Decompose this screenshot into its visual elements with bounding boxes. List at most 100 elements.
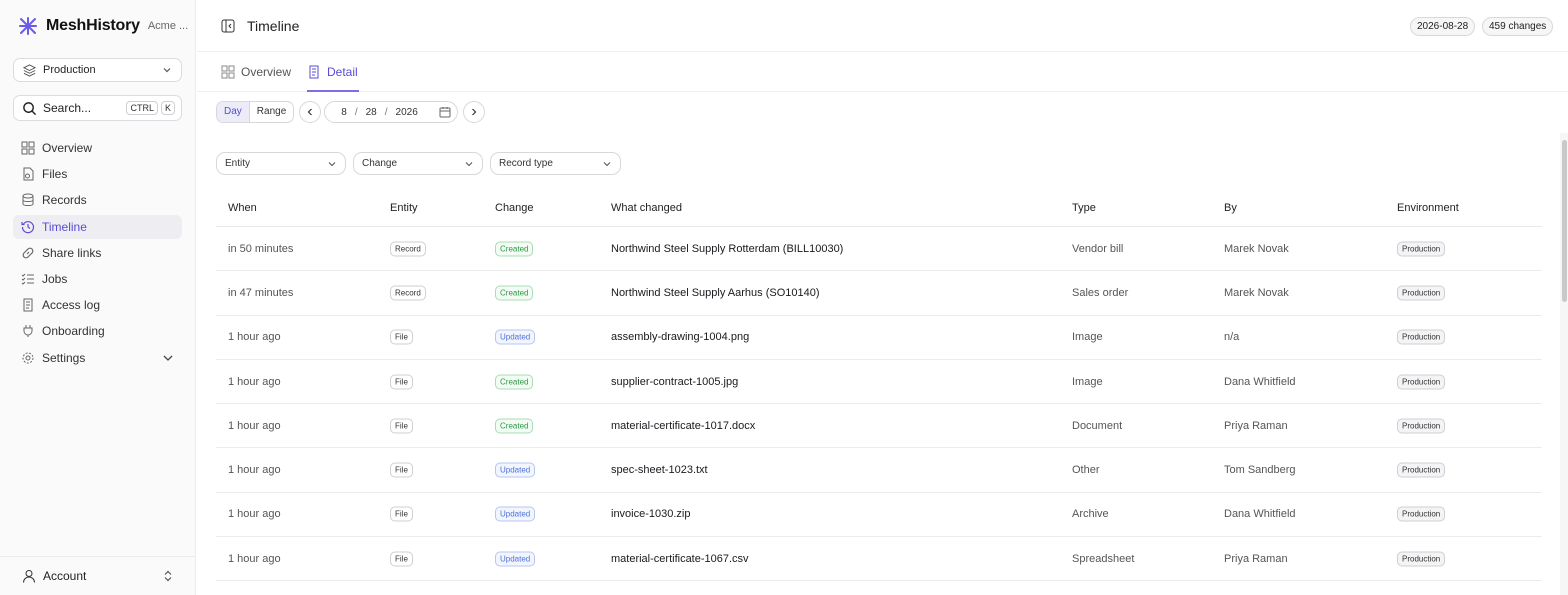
tab-overview[interactable]: Overview xyxy=(221,65,291,79)
sidebar-item-records[interactable]: Records xyxy=(13,188,182,212)
cell-environment: Production xyxy=(1397,506,1446,522)
calendar-icon[interactable] xyxy=(439,106,451,118)
cell-what-changed[interactable]: supplier-contract-1005.jpg xyxy=(611,376,738,388)
changes-count-pill: 459 changes xyxy=(1482,17,1554,36)
account-label: Account xyxy=(43,569,87,583)
sidebar-item-jobs[interactable]: Jobs xyxy=(13,267,182,291)
entity-badge: File xyxy=(390,374,413,390)
cell-what-changed[interactable]: assembly-drawing-1004.png xyxy=(611,331,749,343)
date-month[interactable]: 8 xyxy=(341,107,347,118)
chevrons-up-down-icon xyxy=(164,570,172,582)
table-row[interactable]: 1 hour ago File Updated spec-sheet-1023.txt… xyxy=(216,448,1542,493)
date-navigator: Day Range 8 / 28 / 2026 xyxy=(216,101,486,123)
chevron-down-icon[interactable] xyxy=(162,352,174,364)
change-filter[interactable]: Change xyxy=(353,152,483,175)
cell-entity: File xyxy=(390,329,413,345)
history-icon xyxy=(21,220,35,233)
cell-type: Document xyxy=(1072,419,1123,432)
cell-type: Spreadsheet xyxy=(1072,552,1135,565)
chevron-down-icon xyxy=(465,161,473,166)
cell-change: Updated xyxy=(495,551,536,567)
cell-what-changed[interactable]: Northwind Steel Supply Rotterdam (BILL10… xyxy=(611,243,843,255)
cell-change: Updated xyxy=(495,329,536,345)
column-header-type[interactable]: Type xyxy=(1072,202,1096,214)
record-type-filter[interactable]: Record type xyxy=(490,152,621,175)
timeline-table: When Entity Change What changed Type By … xyxy=(216,193,1542,582)
search-input[interactable]: Search... CTRL K xyxy=(13,95,182,121)
cell-type: Image xyxy=(1072,375,1103,388)
table-row[interactable]: 1 hour ago File Created supplier-contract-1… xyxy=(216,360,1542,405)
sidebar-item-settings[interactable]: Settings xyxy=(13,346,182,370)
tab-detail[interactable]: Detail xyxy=(307,65,358,79)
environment-badge: Production xyxy=(1397,506,1446,522)
sidebar-toggle-icon[interactable] xyxy=(221,19,235,33)
previous-day-button[interactable] xyxy=(299,101,322,123)
cell-when: 1 hour ago xyxy=(228,375,281,388)
date-year[interactable]: 2026 xyxy=(396,107,418,118)
cell-what-changed[interactable]: material-certificate-1067.csv xyxy=(611,553,749,565)
column-header-change[interactable]: Change xyxy=(495,202,534,214)
change-badge: Created xyxy=(495,285,534,301)
column-header-entity[interactable]: Entity xyxy=(390,202,418,214)
sidebar-item-label: Onboarding xyxy=(42,324,105,339)
cell-change: Updated xyxy=(495,506,536,522)
sidebar-item-onboarding[interactable]: Onboarding xyxy=(13,319,182,343)
range-toggle-button[interactable]: Range xyxy=(250,102,293,122)
environment-select[interactable]: Production xyxy=(13,58,182,82)
date-pill: 2026-08-28 xyxy=(1410,17,1476,36)
table-row[interactable]: in 50 minutes Record Created Northwind Stee… xyxy=(216,227,1542,272)
cell-what-changed[interactable]: invoice-1030.zip xyxy=(611,508,691,520)
column-header-what-changed[interactable]: What changed xyxy=(611,202,682,214)
topbar: Timeline 2026-08-28 459 changes xyxy=(197,0,1568,52)
cell-by: Dana Whitfield xyxy=(1224,508,1296,521)
brand[interactable]: MeshHistory Acme ... xyxy=(18,16,188,36)
search-icon xyxy=(23,101,37,115)
column-header-environment[interactable]: Environment xyxy=(1397,202,1459,214)
layers-icon xyxy=(23,63,36,77)
sidebar-item-files[interactable]: Files xyxy=(13,162,182,186)
account-menu[interactable]: Account xyxy=(0,556,196,595)
sidebar-item-timeline[interactable]: Timeline xyxy=(13,214,182,239)
entity-filter[interactable]: Entity xyxy=(216,152,346,175)
sidebar-item-share-links[interactable]: Share links xyxy=(13,241,182,265)
table-row[interactable]: 1 hour ago File Created material-certificat… xyxy=(216,404,1542,449)
column-header-by[interactable]: By xyxy=(1224,202,1237,214)
change-badge: Updated xyxy=(495,506,536,522)
next-day-button[interactable] xyxy=(463,101,486,123)
table-body: in 50 minutes Record Created Northwind Stee… xyxy=(216,227,1542,582)
change-badge: Created xyxy=(495,241,534,257)
table-row[interactable]: in 47 minutes Record Created Northwind Stee… xyxy=(216,271,1542,316)
cell-what-changed[interactable]: spec-sheet-1023.txt xyxy=(611,464,708,476)
cell-by: Marek Novak xyxy=(1224,242,1289,255)
table-row[interactable]: 1 hour ago File Updated material-certificat… xyxy=(216,537,1542,582)
date-input[interactable]: 8 / 28 / 2026 xyxy=(324,101,459,123)
date-day[interactable]: 28 xyxy=(366,107,377,118)
cell-by: Marek Novak xyxy=(1224,286,1289,299)
table-row[interactable]: 1 hour ago File Updated invoice-1030.zip Arc… xyxy=(216,493,1542,538)
entity-badge: File xyxy=(390,506,413,522)
cell-type: Sales order xyxy=(1072,286,1129,299)
cell-change: Created xyxy=(495,285,534,301)
sidebar-item-overview[interactable]: Overview xyxy=(13,136,182,160)
column-header-when[interactable]: When xyxy=(228,202,257,214)
scrollbar-thumb[interactable] xyxy=(1562,140,1567,302)
filters-bar: Entity Change Record type xyxy=(216,152,628,175)
sidebar-item-label: Settings xyxy=(42,350,86,365)
sidebar-item-label: Timeline xyxy=(42,219,87,234)
entity-badge: File xyxy=(390,462,413,478)
day-toggle-button[interactable]: Day xyxy=(217,102,250,122)
change-badge: Updated xyxy=(495,462,536,478)
grid-icon xyxy=(21,141,35,155)
cell-when: in 47 minutes xyxy=(228,286,294,299)
link-icon xyxy=(22,247,34,259)
table-row[interactable]: 1 hour ago File Updated assembly-drawing-10… xyxy=(216,316,1542,360)
cell-by: Tom Sandberg xyxy=(1224,464,1296,477)
environment-badge: Production xyxy=(1397,241,1446,257)
change-badge: Created xyxy=(495,374,534,390)
sidebar-item-access-log[interactable]: Access log xyxy=(13,293,182,317)
cell-by: n/a xyxy=(1224,331,1240,344)
cell-environment: Production xyxy=(1397,551,1446,567)
cell-what-changed[interactable]: Northwind Steel Supply Aarhus (SO10140) xyxy=(611,287,820,299)
search-placeholder: Search... xyxy=(43,101,92,115)
cell-what-changed[interactable]: material-certificate-1017.docx xyxy=(611,420,755,432)
